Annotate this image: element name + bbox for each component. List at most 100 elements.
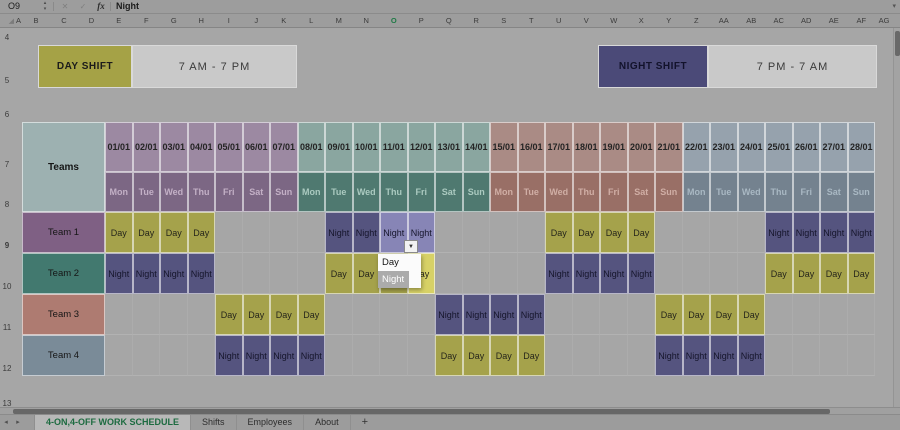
empty-cell[interactable]	[160, 294, 188, 335]
shift-cell[interactable]: Day	[628, 212, 656, 253]
shift-cell[interactable]: Day	[188, 212, 216, 253]
day-name-cell[interactable]: Sat	[628, 172, 656, 212]
name-box-spinner[interactable]: ▴ ▾	[40, 0, 50, 13]
shift-cell[interactable]: Night	[270, 335, 298, 376]
date-cell[interactable]: 27/01	[820, 122, 848, 172]
function-icon[interactable]: fx	[94, 0, 108, 13]
date-cell[interactable]: 19/01	[600, 122, 628, 172]
tab-nav-right-icon[interactable]: ▸	[12, 415, 24, 430]
shift-cell[interactable]: Night	[105, 253, 133, 294]
empty-cell[interactable]	[463, 253, 491, 294]
row-header-7[interactable]: 7	[0, 159, 14, 171]
empty-cell[interactable]	[518, 212, 546, 253]
column-header-C[interactable]: C	[54, 15, 74, 27]
date-cell[interactable]: 08/01	[298, 122, 326, 172]
empty-cell[interactable]	[765, 294, 793, 335]
shift-cell[interactable]: Night	[243, 335, 271, 376]
day-name-cell[interactable]: Sat	[435, 172, 463, 212]
empty-cell[interactable]	[215, 253, 243, 294]
day-name-cell[interactable]: Thu	[573, 172, 601, 212]
day-name-cell[interactable]: Thu	[765, 172, 793, 212]
sheet-tab[interactable]: Shifts	[191, 415, 237, 430]
row-header-10[interactable]: 10	[0, 281, 14, 293]
column-header-Q[interactable]: Q	[439, 15, 459, 27]
shift-cell[interactable]: Day	[793, 253, 821, 294]
date-cell[interactable]: 11/01	[380, 122, 408, 172]
column-header-X[interactable]: X	[631, 15, 651, 27]
empty-cell[interactable]	[160, 335, 188, 376]
empty-cell[interactable]	[133, 294, 161, 335]
day-name-cell[interactable]: Wed	[738, 172, 766, 212]
shift-cell[interactable]: Night	[765, 212, 793, 253]
empty-cell[interactable]	[573, 335, 601, 376]
vertical-scrollbar-thumb[interactable]	[895, 31, 900, 56]
date-cell[interactable]: 21/01	[655, 122, 683, 172]
empty-cell[interactable]	[133, 335, 161, 376]
empty-cell[interactable]	[188, 335, 216, 376]
date-cell[interactable]: 13/01	[435, 122, 463, 172]
column-header-O[interactable]: O	[384, 15, 404, 27]
date-cell[interactable]: 24/01	[738, 122, 766, 172]
empty-cell[interactable]	[655, 253, 683, 294]
day-name-cell[interactable]: Fri	[793, 172, 821, 212]
empty-cell[interactable]	[683, 212, 711, 253]
column-header-L[interactable]: L	[301, 15, 321, 27]
column-header-J[interactable]: J	[246, 15, 266, 27]
date-cell[interactable]: 05/01	[215, 122, 243, 172]
shift-cell[interactable]: Day	[820, 253, 848, 294]
empty-cell[interactable]	[848, 294, 876, 335]
empty-cell[interactable]	[435, 212, 463, 253]
empty-cell[interactable]	[408, 294, 436, 335]
empty-cell[interactable]	[820, 294, 848, 335]
teams-header-cell[interactable]: Teams	[22, 122, 105, 212]
shift-cell[interactable]: Night	[820, 212, 848, 253]
row-header-12[interactable]: 12	[0, 363, 14, 375]
empty-cell[interactable]	[188, 294, 216, 335]
accept-icon[interactable]: ✓	[76, 0, 90, 13]
empty-cell[interactable]	[463, 212, 491, 253]
date-cell[interactable]: 26/01	[793, 122, 821, 172]
day-name-cell[interactable]: Mon	[683, 172, 711, 212]
date-cell[interactable]: 16/01	[518, 122, 546, 172]
empty-cell[interactable]	[298, 253, 326, 294]
empty-cell[interactable]	[380, 335, 408, 376]
column-header-G[interactable]: G	[164, 15, 184, 27]
shift-cell[interactable]: Night	[133, 253, 161, 294]
day-name-cell[interactable]: Sun	[848, 172, 876, 212]
column-header-AG[interactable]: AG	[874, 15, 894, 27]
shift-cell[interactable]: Day	[435, 335, 463, 376]
column-header-AB[interactable]: AB	[741, 15, 761, 27]
shift-cell[interactable]: Night	[573, 253, 601, 294]
column-header-Z[interactable]: Z	[686, 15, 706, 27]
team-name-cell[interactable]: Team 3	[22, 294, 105, 335]
sheet-tab[interactable]: Employees	[237, 415, 305, 430]
shift-cell[interactable]: Day	[600, 212, 628, 253]
day-shift-banner[interactable]: DAY SHIFT	[38, 45, 132, 88]
column-header-K[interactable]: K	[274, 15, 294, 27]
empty-cell[interactable]	[655, 212, 683, 253]
shift-cell[interactable]: Night	[628, 253, 656, 294]
day-name-cell[interactable]: Mon	[490, 172, 518, 212]
day-name-cell[interactable]: Wed	[545, 172, 573, 212]
shift-cell[interactable]: Day	[738, 294, 766, 335]
team-name-cell[interactable]: Team 2	[22, 253, 105, 294]
date-cell[interactable]: 20/01	[628, 122, 656, 172]
date-cell[interactable]: 07/01	[270, 122, 298, 172]
date-cell[interactable]: 25/01	[765, 122, 793, 172]
formula-input[interactable]: Night	[116, 0, 139, 13]
row-header-6[interactable]: 6	[0, 109, 14, 121]
day-name-cell[interactable]: Sun	[463, 172, 491, 212]
shift-cell[interactable]: Day	[490, 335, 518, 376]
empty-cell[interactable]	[490, 212, 518, 253]
column-header-N[interactable]: N	[356, 15, 376, 27]
empty-cell[interactable]	[738, 253, 766, 294]
empty-cell[interactable]	[793, 294, 821, 335]
date-cell[interactable]: 18/01	[573, 122, 601, 172]
empty-cell[interactable]	[380, 294, 408, 335]
day-name-cell[interactable]: Sat	[820, 172, 848, 212]
empty-cell[interactable]	[820, 335, 848, 376]
empty-cell[interactable]	[325, 335, 353, 376]
day-name-cell[interactable]: Wed	[160, 172, 188, 212]
empty-cell[interactable]	[545, 335, 573, 376]
date-cell[interactable]: 15/01	[490, 122, 518, 172]
